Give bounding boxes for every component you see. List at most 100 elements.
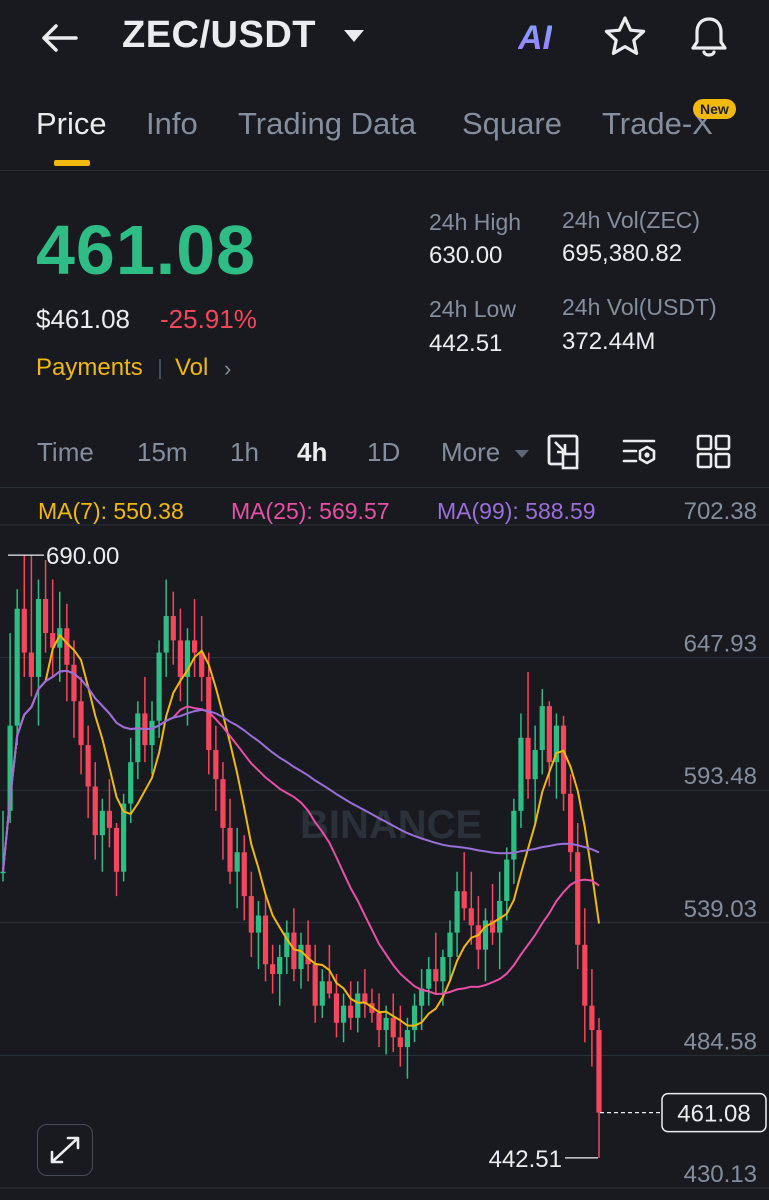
candle-body [539,706,545,750]
pair-dropdown[interactable] [342,26,366,46]
star-icon [604,16,646,55]
candle-body [128,762,134,804]
candle-body [326,981,332,994]
candle-body [170,616,176,641]
candle-body [28,652,34,677]
favorite-button[interactable] [602,14,648,60]
caret-down-icon [344,30,364,42]
candle-body [21,608,27,653]
candle-body [560,725,567,794]
y-tick-label: 647.93 [684,631,757,658]
pair-title[interactable]: ZEC/USDT [122,14,316,57]
y-tick-label: 702.38 [684,498,757,525]
tab-price[interactable]: Price [36,106,107,142]
candles [0,555,602,1158]
candle-body [121,803,127,872]
indicator-settings-icon[interactable] [620,432,660,472]
candle-body [397,1037,403,1048]
caret-down-icon[interactable] [514,447,530,459]
candle-body [106,810,113,828]
tf-time[interactable]: Time [37,437,94,468]
candle-body [135,713,141,763]
tab-square[interactable]: Square [462,106,562,142]
candle-body [191,640,198,653]
current-price-label: 461.08 [677,1101,750,1128]
candle-body [248,896,254,933]
arrow-left-icon [42,24,78,52]
candle-body [546,706,552,763]
alert-button[interactable] [686,14,732,60]
candle-body [42,598,49,634]
ai-assistant-button[interactable]: AI [518,18,564,58]
tf-4h[interactable]: 4h [297,437,327,468]
candle-body [440,956,446,982]
tab-info[interactable]: Info [146,106,198,142]
candle-body [383,1017,389,1031]
candle-body [262,915,269,965]
stat-low-value: 442.51 [429,330,503,357]
tag-divider [159,359,161,379]
stat-vol-base-label: 24h Vol(ZEC) [562,207,701,233]
candle-body [348,1005,354,1018]
candle-body [305,944,311,965]
candle-body [447,932,453,957]
grid-layout-icon[interactable] [694,432,734,472]
candle-body [376,1012,382,1031]
active-tab-indicator [54,160,90,166]
candle-body [241,852,247,897]
tag-payments[interactable]: Payments [36,354,143,382]
candle-body [468,908,474,926]
tf-15m[interactable]: 15m [137,437,188,468]
candle-body [177,640,183,677]
stat-low-label: 24h Low [429,296,516,322]
candle-body [220,779,226,828]
tf-1h[interactable]: 1h [230,437,259,468]
candle-body [312,964,318,1006]
candle-body [298,944,304,970]
tf-more[interactable]: More [441,437,500,468]
candle-body [71,664,77,702]
candle-body [589,1005,595,1031]
candle-body [291,932,297,970]
candle-body [461,891,467,909]
y-tick-label: 484.58 [684,1028,757,1055]
high-marker-label: 690.00 [46,543,119,570]
candle-body [454,891,460,933]
new-badge: New [693,99,736,119]
price-change-percent: -25.91% [160,304,257,334]
candle-body [504,859,510,901]
candle-body [596,1030,602,1113]
divider [0,170,769,171]
candle-body [149,720,155,746]
usd-price: $461.08 [36,304,130,334]
bell-icon [691,17,727,57]
back-button[interactable] [38,18,82,58]
candle-body [0,871,6,874]
candlestick-chart[interactable]: BINANCE 690.00442.51461.08 702.38647.935… [0,488,769,1200]
candle-body [227,827,233,872]
candle-body [426,969,432,989]
candle-body [14,608,20,726]
ma99-legend: MA(99): 588.59 [437,498,596,524]
y-axis-labels: 702.38 647.93 593.48 539.03 484.58 430.13 [684,498,757,1188]
expand-icon [50,1136,80,1164]
tag-vol[interactable]: Vol [175,354,208,382]
candle-body [85,745,91,787]
ma7-legend: MA(7): 550.38 [38,498,184,524]
fullscreen-button[interactable] [37,1124,93,1176]
candle-body [404,1030,411,1048]
ma25-legend: MA(25): 569.57 [231,498,390,524]
candle-body [92,786,98,836]
y-tick-label: 430.13 [684,1161,757,1188]
chart-type-icon[interactable] [545,432,585,472]
candle-body [270,964,276,975]
tf-1d[interactable]: 1D [367,437,400,468]
candle-body [213,749,219,780]
tab-trading-data[interactable]: Trading Data [238,106,416,142]
candle-body [532,749,538,780]
chevron-right-icon[interactable]: › [224,356,231,382]
y-tick-label: 593.48 [684,763,757,790]
y-tick-label: 539.03 [684,896,757,923]
candle-body [78,701,84,746]
candle-body [475,925,481,950]
